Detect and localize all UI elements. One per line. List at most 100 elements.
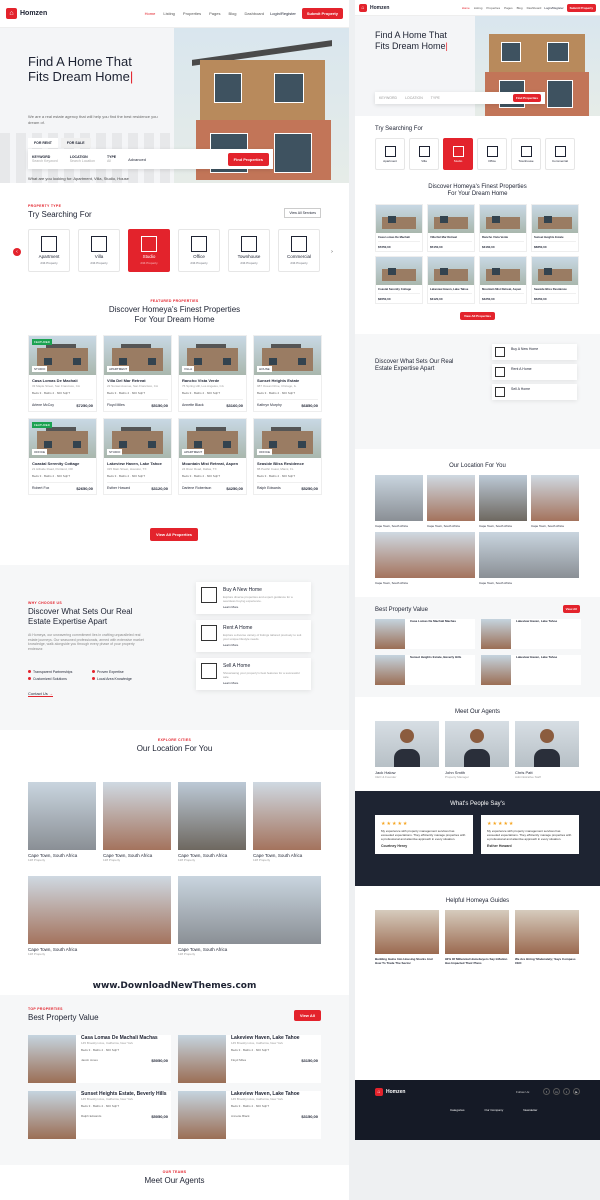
nav-item-listing[interactable]: Listing <box>163 11 175 16</box>
service-card-sell[interactable]: Sell A Home <box>492 384 577 400</box>
ptype-apartment[interactable]: Apartment 234 Property <box>28 229 70 272</box>
best-property-card[interactable]: Lakeview Haven, Lake Tahoe <box>481 655 581 685</box>
next-arrow-icon[interactable]: › <box>328 248 336 256</box>
brand-logo[interactable]: ⌂ Homzen <box>375 1088 405 1096</box>
property-title[interactable]: Mountain Mist Retreat, Aspen <box>182 461 243 466</box>
property-card[interactable]: FEATURED OFFICE Coastal Serenity Cottage… <box>28 418 97 495</box>
property-card[interactable]: STUDIO Lakeview Haven, Lake Tahoe 315 Ma… <box>103 418 172 495</box>
city-card[interactable]: Cape Town, South Africa 128 Property <box>178 782 246 862</box>
property-title[interactable]: Coastal Serenity Cottage <box>32 461 93 466</box>
city-card[interactable]: Cape Town, South Africa <box>427 475 475 528</box>
guide-card[interactable]: 92% Of Millennial Homebuyers Say Inflati… <box>445 910 509 965</box>
ptype-commercial[interactable]: Commercial 234 Property <box>278 229 320 272</box>
nav-item-properties[interactable]: Properties <box>486 6 500 10</box>
keyword-field[interactable]: KEYWORD <box>379 96 397 100</box>
property-card[interactable]: Coastal Serenity Cottage $2650,00 <box>375 256 423 304</box>
prev-arrow-icon[interactable]: ‹ <box>13 248 21 256</box>
service-card-buy[interactable]: Buy A New Home <box>492 344 577 360</box>
property-card[interactable]: Casa Lomas De Machalí $7250,00 <box>375 204 423 252</box>
tab-for-rent[interactable]: FOR RENT <box>28 138 58 148</box>
property-card[interactable]: Mountain Mist Retreat, Aspen $4250,00 <box>479 256 527 304</box>
ptype-villa[interactable]: Villa 234 Property <box>78 229 120 272</box>
nav-item-pages[interactable]: Pages <box>504 6 513 10</box>
login-link[interactable]: Login/Register <box>544 6 563 10</box>
property-title[interactable]: Seaside Bliss Residence <box>257 461 318 466</box>
city-card[interactable]: Cape Town, South Africa 128 Property <box>253 782 321 862</box>
best-property-card[interactable]: Lakeview Haven, Lake Tahoe <box>481 619 581 649</box>
find-properties-button[interactable]: Find Properties <box>227 152 269 166</box>
best-property-card[interactable]: Casa Lomas De Machalí Machas 145 Brookly… <box>28 1035 171 1083</box>
nav-item-home[interactable]: Home <box>145 11 156 16</box>
city-card[interactable]: Cape Town, South Africa 128 Property <box>178 876 321 956</box>
service-card-sell[interactable]: Sell A Home Showcasing your property's be… <box>196 658 311 690</box>
nav-item-home[interactable]: Home <box>462 6 470 10</box>
location-field[interactable]: LOCATION Search Location <box>70 155 95 163</box>
nav-item-dashboard[interactable]: Dashboard <box>245 11 265 16</box>
guide-card[interactable]: We Are Hiring 'Moderately,' Says Compass… <box>515 910 579 965</box>
brand-logo[interactable]: ⌂ Homzen <box>6 8 47 19</box>
city-card[interactable]: Cape Town, South Africa <box>375 532 475 585</box>
ptype-villa[interactable]: Villa <box>409 138 439 170</box>
city-card[interactable]: Cape Town, South Africa <box>531 475 579 528</box>
view-all-button[interactable]: View All <box>562 605 580 613</box>
location-field[interactable]: LOCATION <box>405 96 423 100</box>
ptype-commercial[interactable]: Commercial <box>545 138 575 170</box>
learn-more-link[interactable]: Learn More <box>223 643 306 647</box>
view-all-properties-button[interactable]: View All Properties <box>459 312 495 320</box>
view-all-services-link[interactable]: View All Services <box>284 208 321 218</box>
property-title[interactable]: Sunset Heights Estate <box>257 378 318 383</box>
keyword-field[interactable]: KEYWORD Search Keyword <box>32 155 58 163</box>
ptype-townhouse[interactable]: Townhouse <box>511 138 541 170</box>
property-card[interactable]: FEATURED STUDIO Casa Lomas De Machalí 33… <box>28 335 97 412</box>
login-link[interactable]: Login/Register <box>270 11 296 16</box>
best-property-card[interactable]: Casa Lomas De Machalí Machas <box>375 619 475 649</box>
type-select[interactable]: TYPE All <box>107 155 116 163</box>
tab-for-sale[interactable]: FOR SALE <box>60 138 91 148</box>
property-title[interactable]: Casa Lomas De Machalí <box>32 378 93 383</box>
view-all-properties-button[interactable]: View All Properties <box>150 528 199 541</box>
property-card[interactable]: APARTMENT Villa Del Mar Retreat 22 Sunse… <box>103 335 172 412</box>
submit-property-button[interactable]: Submit Property <box>566 3 596 12</box>
brand-logo[interactable]: ⌂ Homzen <box>359 3 389 12</box>
property-card[interactable]: OFFICE Seaside Bliss Residence 88 Pacifi… <box>253 418 322 495</box>
nav-item-listing[interactable]: Listing <box>474 6 483 10</box>
city-card[interactable]: Cape Town, South Africa 128 Property <box>103 782 171 862</box>
service-card-rent[interactable]: Rent A Home Explore a diverse variety of … <box>196 620 311 652</box>
property-card[interactable]: Sunset Heights Estate $6850,00 <box>531 204 579 252</box>
ptype-office[interactable]: Office <box>477 138 507 170</box>
agent-card[interactable]: John Smith Property Manager <box>445 721 509 779</box>
nav-item-blog[interactable]: Blog <box>517 6 523 10</box>
agent-card[interactable]: Jack Halow CEO & Founder <box>375 721 439 779</box>
best-property-card[interactable]: Sunset Heights Estate, Beverly Hills <box>375 655 475 685</box>
ptype-studio[interactable]: Studio <box>443 138 473 170</box>
city-card[interactable]: Cape Town, South Africa 128 Property <box>28 782 96 862</box>
property-card[interactable]: Seaside Bliss Residence $5250,00 <box>531 256 579 304</box>
property-title[interactable]: Lakeview Haven, Lake Tahoe <box>107 461 168 466</box>
learn-more-link[interactable]: Learn More <box>223 605 306 609</box>
find-properties-button[interactable]: Find Properties <box>512 94 541 102</box>
facebook-icon[interactable]: f <box>543 1088 550 1095</box>
twitter-icon[interactable]: t <box>563 1088 570 1095</box>
property-card[interactable]: APARTMENT Mountain Mist Retreat, Aspen 2… <box>178 418 247 495</box>
ptype-townhouse[interactable]: Townhouse 234 Property <box>228 229 270 272</box>
city-card[interactable]: Cape Town, South Africa 128 Property <box>28 876 171 956</box>
property-card[interactable]: VILLA Rancho Vista Verde 76 Spring Hill,… <box>178 335 247 412</box>
best-property-card[interactable]: Lakeview Haven, Lake Tahoe 145 Brooklyn … <box>178 1035 321 1083</box>
best-property-card[interactable]: Lakeview Haven, Lake Tahoe 145 Brooklyn … <box>178 1091 321 1139</box>
service-card-buy[interactable]: Buy A New Home Explore diverse properties… <box>196 582 311 614</box>
property-title[interactable]: Villa Del Mar Retreat <box>107 378 168 383</box>
service-card-rent[interactable]: Rent A Home <box>492 364 577 380</box>
view-all-button[interactable]: View All <box>293 1010 321 1021</box>
city-card[interactable]: Cape Town, South Africa <box>375 475 423 528</box>
ptype-apartment[interactable]: Apartment <box>375 138 405 170</box>
linkedin-icon[interactable]: in <box>553 1088 560 1095</box>
property-card[interactable]: Villa Del Mar Retreat $5150,00 <box>427 204 475 252</box>
submit-property-button[interactable]: Submit Property <box>301 8 343 19</box>
nav-item-pages[interactable]: Pages <box>209 11 220 16</box>
property-card[interactable]: Rancho Vista Verde $3160,00 <box>479 204 527 252</box>
type-select[interactable]: TYPE <box>431 96 440 100</box>
contact-us-link[interactable]: Contact Us → <box>28 691 53 697</box>
nav-item-blog[interactable]: Blog <box>228 11 236 16</box>
property-title[interactable]: Rancho Vista Verde <box>182 378 243 383</box>
advanced-filter-button[interactable]: Advanced <box>128 157 146 162</box>
